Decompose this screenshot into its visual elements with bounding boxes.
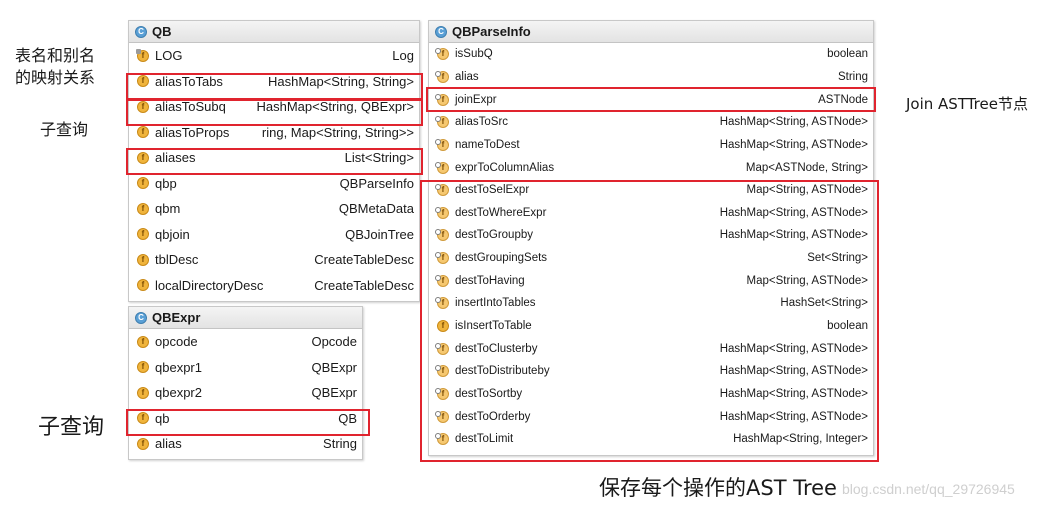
class-icon: C (135, 25, 147, 38)
field-type: CreateTableDesc (314, 252, 414, 268)
qbparseinfo-panel-title: QBParseInfo (452, 24, 531, 39)
qbexpr-panel-title: QBExpr (152, 310, 201, 325)
field-icon: f (137, 228, 149, 241)
watermark: blog.csdn.net/qq_29726945 (842, 481, 1015, 497)
field-type: CreateTableDesc (314, 277, 414, 293)
highlight-qb (126, 409, 370, 436)
field-name: alias (155, 436, 182, 452)
field-type: HashMap<String, ASTNode> (719, 138, 868, 151)
field-icon: f (137, 279, 149, 292)
field-type: Opcode (311, 334, 357, 350)
field-row[interactable]: f isSubQ boolean (429, 43, 873, 66)
field-row[interactable]: f nameToDest HashMap<String, ASTNode> (429, 134, 873, 157)
field-name: qbexpr1 (155, 359, 202, 375)
field-name: opcode (155, 334, 198, 350)
field-name: aliasToProps (155, 124, 230, 140)
alias-map-label-line2: 的映射关系 (15, 68, 96, 87)
field-type: boolean (827, 48, 868, 61)
field-icon: f (137, 126, 149, 139)
field-icon: f (137, 437, 149, 450)
field-type: QBParseInfo (339, 175, 414, 191)
field-row[interactable]: f opcode Opcode (129, 329, 362, 355)
field-row[interactable]: f qbm QBMetaData (129, 196, 419, 222)
field-type: Map<ASTNode, String> (745, 161, 868, 174)
class-icon: C (135, 311, 147, 324)
field-type: String (323, 436, 357, 452)
subquery-label-bottom: 子查询 (38, 415, 105, 440)
field-name: qbexpr2 (155, 385, 202, 401)
field-row[interactable]: f tblDesc CreateTableDesc (129, 247, 419, 273)
field-name: localDirectoryDesc (155, 277, 264, 293)
qb-panel-title: QB (152, 24, 172, 39)
field-name: exprToColumnAlias (455, 161, 555, 174)
highlight-join-expr (426, 87, 876, 112)
field-icon: f (137, 177, 149, 190)
field-icon: f (137, 386, 149, 399)
save-ast-label: 保存每个操作的AST Tree (599, 476, 837, 500)
field-name: nameToDest (455, 138, 520, 151)
field-type: HashMap<String, ASTNode> (719, 116, 868, 129)
qbexpr-field-list: f opcode Opcode f qbexpr1 QBExpr f qbexpr2 QBE… (129, 329, 362, 457)
field-type: QBExpr (311, 385, 357, 401)
field-name: qbp (155, 175, 177, 191)
field-type: QBExpr (311, 359, 357, 375)
qbexpr-class-panel: C QBExpr f opcode Opcode f qbexpr1 QBExpr fq… (128, 306, 363, 460)
field-name: qbjoin (155, 226, 190, 242)
field-name: qbm (155, 201, 181, 217)
field-row[interactable]: f qbexpr2 QBExpr (129, 380, 362, 406)
field-type: Log (392, 48, 414, 64)
local-field-icon: f (435, 116, 449, 129)
field-type: QBMetaData (338, 201, 414, 217)
field-type: ring, Map<String, String>> (261, 124, 414, 140)
highlight-alias-to-subq (126, 99, 423, 126)
field-icon: f (137, 253, 149, 266)
subquery-label-top: 子查询 (40, 120, 89, 139)
field-name: aliasToSrc (455, 116, 509, 129)
qbparseinfo-panel-header: C QBParseInfo (429, 21, 873, 43)
highlight-alias-to-tabs (126, 73, 423, 100)
local-field-icon: f (435, 48, 449, 61)
local-field-icon: f (435, 138, 449, 151)
field-name: LOG (155, 48, 183, 64)
field-row[interactable]: f alias String (429, 66, 873, 89)
field-name: tblDesc (155, 252, 199, 268)
class-icon: C (435, 25, 447, 38)
alias-map-label-line1: 表名和别名 (15, 46, 96, 65)
join-node-label: Join ASTTree节点 (906, 95, 1028, 113)
qb-panel-header: C QB (129, 21, 419, 43)
highlight-dest-fields (420, 180, 879, 462)
field-type: String (837, 70, 868, 83)
field-icon: f (137, 361, 149, 374)
qbexpr-panel-header: C QBExpr (129, 307, 362, 329)
field-row[interactable]: f aliasToSrc HashMap<String, ASTNode> (429, 111, 873, 134)
field-name: isSubQ (455, 48, 493, 61)
field-type: QBJoinTree (345, 226, 414, 242)
field-row[interactable]: f localDirectoryDesc CreateTableDesc (129, 273, 419, 299)
field-row[interactable]: f qbexpr1 QBExpr (129, 355, 362, 381)
static-field-icon: f (136, 48, 149, 62)
local-field-icon: f (435, 70, 449, 83)
field-row[interactable]: f qbjoin QBJoinTree (129, 222, 419, 248)
field-name: alias (455, 70, 479, 83)
highlight-aliases (126, 148, 423, 175)
field-icon: f (137, 202, 149, 215)
field-row[interactable]: f LOG Log (129, 43, 419, 69)
local-field-icon: f (435, 161, 449, 174)
field-row[interactable]: f exprToColumnAlias Map<ASTNode, String> (429, 156, 873, 179)
field-icon: f (137, 335, 149, 348)
